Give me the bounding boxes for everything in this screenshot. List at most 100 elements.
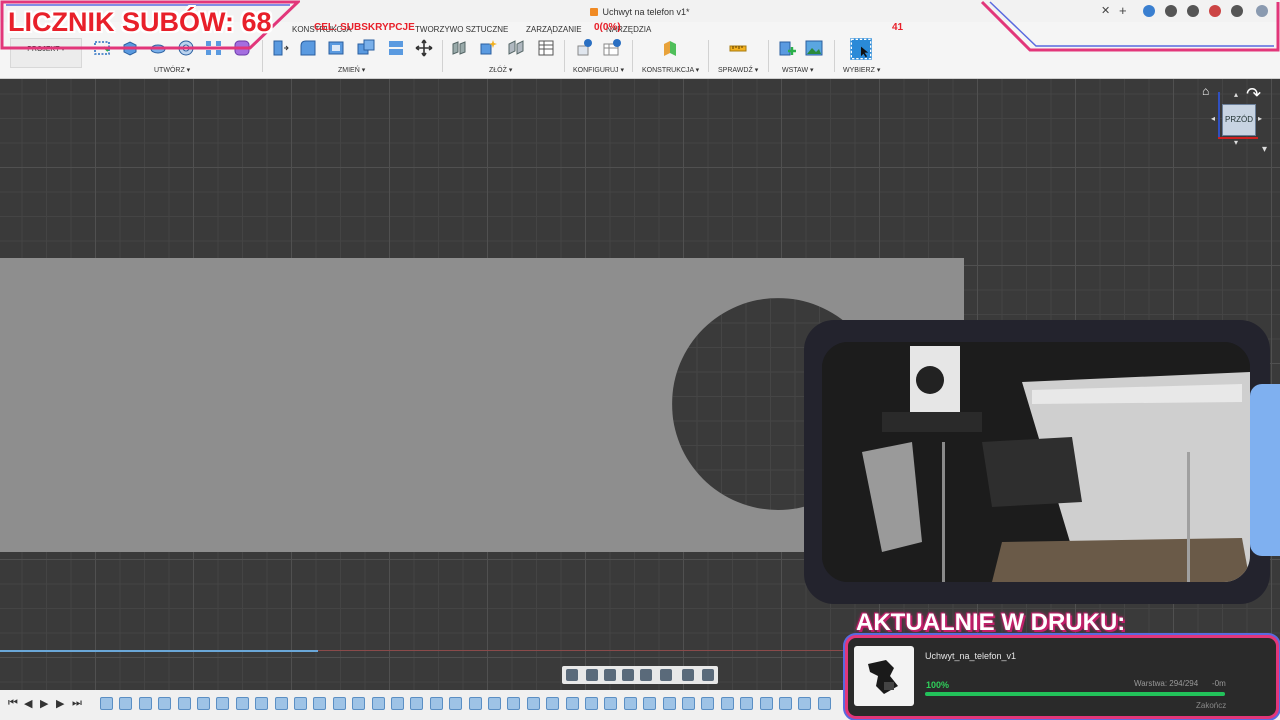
timeline-feature-icon[interactable]	[158, 697, 172, 710]
phone-holder-thumbnail-icon	[868, 660, 898, 694]
timeline-feature-icon[interactable]	[701, 697, 715, 710]
timeline-feature-icon[interactable]	[488, 697, 501, 710]
shell-icon[interactable]	[326, 38, 346, 58]
pan-icon[interactable]	[604, 669, 616, 681]
print-thumbnail	[854, 646, 914, 706]
timeline-feature-icon[interactable]	[585, 697, 598, 710]
offset-plane-icon[interactable]	[660, 38, 680, 58]
print-progress-bar	[925, 692, 1225, 696]
timeline-feature-icon[interactable]	[507, 697, 521, 710]
group-configure[interactable]: KONFIGURUJ ▾	[573, 66, 624, 74]
home-view-icon[interactable]: ⌂	[1202, 84, 1209, 98]
print-progress-text: 100%	[926, 680, 950, 690]
look-at-icon[interactable]	[586, 669, 598, 681]
separator	[564, 40, 565, 72]
timeline-feature-icon[interactable]	[410, 697, 424, 710]
print-layer: Warstwa: 294/294	[1134, 679, 1199, 688]
timeline-feature-icon[interactable]	[294, 697, 307, 710]
timeline-feature-icon[interactable]	[332, 697, 346, 710]
viewcube[interactable]: PRZÓD	[1222, 104, 1256, 136]
split-body-icon[interactable]	[386, 38, 406, 58]
move-icon[interactable]	[414, 38, 434, 58]
timeline-feature-icon[interactable]	[604, 697, 618, 710]
group-assemble[interactable]: ZŁÓŻ ▾	[489, 66, 512, 74]
group-select[interactable]: WYBIERZ ▾	[843, 66, 880, 74]
insert-image-icon[interactable]	[804, 38, 824, 58]
timeline-feature-icon[interactable]	[546, 697, 560, 710]
timeline-feature-icon[interactable]	[720, 697, 734, 710]
timeline-feature-icon[interactable]	[313, 697, 327, 710]
combine-icon[interactable]	[356, 38, 376, 58]
timeline-feature-icon[interactable]	[216, 697, 230, 710]
group-modify[interactable]: ZMIEŃ ▾	[338, 66, 365, 74]
viewcube-left-arrow-icon[interactable]: ◂	[1211, 114, 1215, 123]
timeline-feature-icon[interactable]	[235, 697, 249, 710]
group-insert[interactable]: WSTAW ▾	[782, 66, 814, 74]
timeline-feature-icon[interactable]	[643, 697, 657, 710]
timeline-feature-icon[interactable]	[371, 697, 385, 710]
measure-icon[interactable]	[728, 38, 748, 58]
timeline-feature-icon[interactable]	[468, 697, 482, 710]
zoom-icon[interactable]	[622, 669, 634, 681]
timeline-next-icon[interactable]: ▶	[56, 697, 64, 710]
timeline-feature-icon[interactable]	[255, 697, 269, 710]
timeline-play-icon[interactable]: ▶	[40, 697, 48, 710]
viewcube-down-arrow-icon[interactable]: ▾	[1234, 138, 1238, 147]
tab-zarzadzanie[interactable]: ZARZĄDZANIE	[526, 25, 582, 34]
timeline-prev-icon[interactable]: ◀	[24, 697, 32, 710]
timeline-feature-icon[interactable]	[119, 697, 133, 710]
viewcube-menu-icon[interactable]: ▾	[1262, 144, 1267, 155]
subscription-goal-number: 41	[892, 22, 904, 33]
timeline-feature-icon[interactable]	[352, 697, 366, 710]
group-construct[interactable]: KONSTRUKCJA ▾	[642, 66, 699, 74]
joint-icon[interactable]	[478, 38, 498, 58]
now-printing-heading: AKTUALNIE W DRUKU:	[856, 609, 1126, 636]
tab-tworzywo-sztuczne[interactable]: TWORZYWO SZTUCZNE	[415, 25, 508, 34]
timeline-feature-icon[interactable]	[623, 697, 637, 710]
timeline-feature-icon[interactable]	[177, 697, 191, 710]
timeline-feature-icon[interactable]	[138, 697, 152, 710]
configure-table-icon[interactable]	[602, 38, 622, 58]
timeline-feature-icon[interactable]	[682, 697, 695, 710]
timeline-first-icon[interactable]: ⏮	[8, 697, 18, 710]
select-icon[interactable]	[848, 37, 874, 61]
timeline-feature-icon[interactable]	[197, 697, 210, 710]
subscription-goal-count: 0(0%)	[594, 22, 621, 33]
timeline-feature-icon[interactable]	[662, 697, 676, 710]
timeline-feature-icon[interactable]	[274, 697, 288, 710]
viewports-icon[interactable]	[702, 669, 714, 681]
overlay-frame-right	[980, 0, 1280, 52]
separator	[834, 40, 835, 72]
timeline-feature-icon[interactable]	[759, 697, 773, 710]
display-settings-icon[interactable]	[660, 669, 672, 681]
fillet-icon[interactable]	[298, 38, 318, 58]
timeline-feature-icon[interactable]	[391, 697, 404, 710]
timeline-feature-icon[interactable]	[740, 697, 754, 710]
print-progress-fill	[925, 692, 1225, 696]
group-create[interactable]: UTWÓRZ ▾	[154, 66, 190, 74]
timeline-feature-icon[interactable]	[817, 697, 831, 710]
rotate-view-icon[interactable]: ↷	[1246, 84, 1261, 105]
insert-derive-icon[interactable]	[778, 38, 798, 58]
configure-icon[interactable]	[576, 38, 596, 58]
viewcube-up-arrow-icon[interactable]: ▴	[1234, 90, 1238, 99]
viewcube-right-arrow-icon[interactable]: ▸	[1258, 114, 1262, 123]
timeline-feature-icon[interactable]	[429, 697, 443, 710]
timeline-feature-icon[interactable]	[779, 697, 792, 710]
webcam-accent	[1250, 384, 1280, 556]
timeline-feature-icon[interactable]	[526, 697, 540, 710]
orbit-icon[interactable]	[566, 669, 578, 681]
group-inspect[interactable]: SPRAWDŹ ▾	[718, 66, 758, 74]
timeline-feature-icon[interactable]	[449, 697, 463, 710]
timeline-feature-icon[interactable]	[565, 697, 579, 710]
grid-settings-icon[interactable]	[682, 669, 694, 681]
timeline-feature-icon[interactable]	[798, 697, 812, 710]
timeline-feature-icon[interactable]	[100, 697, 113, 710]
finish-print-button[interactable]: Zakończ	[1196, 701, 1226, 710]
as-built-joint-icon[interactable]	[506, 38, 526, 58]
timeline-last-icon[interactable]: ⏭	[72, 697, 82, 710]
table-icon[interactable]	[536, 38, 556, 58]
new-component-icon[interactable]	[450, 38, 470, 58]
document-icon	[590, 8, 599, 16]
fit-icon[interactable]	[640, 669, 652, 681]
